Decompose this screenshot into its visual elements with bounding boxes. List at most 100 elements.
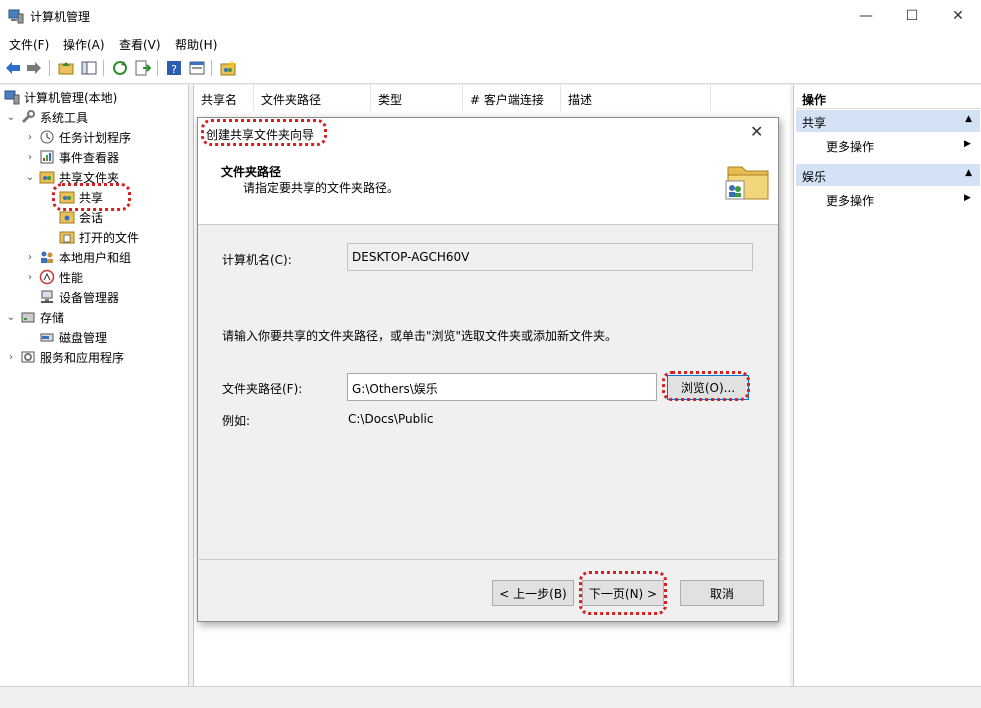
actions-pane: 操作 共享 ▲ 更多操作 ▶ 娱乐 ▲ 更多操作 ▶ bbox=[793, 85, 981, 686]
menu-file[interactable]: 文件(F) bbox=[9, 36, 49, 53]
toolbar-separator bbox=[49, 60, 50, 76]
tree-label: 性能 bbox=[59, 270, 84, 285]
collapse-triangle-icon[interactable]: ▲ bbox=[965, 114, 972, 124]
users-icon bbox=[41, 251, 53, 263]
tree-label: 任务计划程序 bbox=[59, 130, 132, 145]
show-hide-tree-icon[interactable] bbox=[80, 59, 98, 77]
back-arrow-icon[interactable] bbox=[4, 59, 22, 77]
column-header-description[interactable]: 描述 bbox=[561, 85, 711, 111]
export-list-icon[interactable] bbox=[134, 59, 152, 77]
minimize-button[interactable]: — bbox=[843, 0, 889, 32]
close-button[interactable]: ✕ bbox=[935, 0, 981, 32]
window-titlebar: 计算机管理 — ☐ ✕ bbox=[0, 0, 981, 32]
actions-section-shares[interactable]: 共享 ▲ bbox=[796, 110, 980, 132]
step-heading: 文件夹路径 bbox=[221, 165, 282, 179]
more-actions-item[interactable]: 更多操作 ▶ bbox=[826, 192, 971, 209]
tree-node-shares[interactable]: 共享 bbox=[59, 188, 103, 206]
tree-node-sessions[interactable]: 会话 bbox=[59, 208, 103, 226]
services-icon bbox=[21, 351, 35, 363]
status-bar bbox=[0, 686, 981, 708]
collapse-triangle-icon[interactable]: ▲ bbox=[965, 168, 972, 178]
dialog-title: 创建共享文件夹向导 bbox=[206, 128, 315, 142]
next-button[interactable]: 下一页(N) > bbox=[582, 580, 664, 606]
collapse-chevron-icon[interactable]: ⌄ bbox=[5, 112, 17, 123]
collapse-chevron-icon[interactable]: ⌄ bbox=[5, 312, 17, 323]
section-title: 娱乐 bbox=[802, 170, 827, 184]
tree-node-local-users-groups[interactable]: › 本地用户和组 bbox=[24, 248, 131, 266]
menu-action[interactable]: 操作(A) bbox=[63, 36, 105, 53]
tree-label: 设备管理器 bbox=[59, 290, 120, 305]
tree-node-performance[interactable]: › 性能 bbox=[24, 268, 83, 286]
tree-node-disk-management[interactable]: 磁盘管理 bbox=[39, 328, 107, 346]
column-header-folder-path[interactable]: 文件夹路径 bbox=[254, 85, 371, 111]
expand-chevron-icon[interactable]: › bbox=[5, 352, 17, 363]
dialog-separator bbox=[199, 559, 777, 560]
actions-section-entertainment[interactable]: 娱乐 ▲ bbox=[796, 164, 980, 186]
new-share-icon[interactable] bbox=[219, 59, 237, 77]
tree-node-root[interactable]: 计算机管理(本地) bbox=[4, 88, 117, 106]
example-label: 例如: bbox=[222, 414, 251, 428]
tree-label: 事件查看器 bbox=[59, 150, 120, 165]
back-button[interactable]: < 上一步(B) bbox=[492, 580, 574, 606]
storage-icon bbox=[21, 312, 35, 323]
event-viewer-icon bbox=[40, 150, 54, 164]
tree-label: 系统工具 bbox=[40, 110, 89, 125]
maximize-button[interactable]: ☐ bbox=[889, 0, 935, 32]
tree-label: 本地用户和组 bbox=[59, 250, 132, 265]
shared-folder-icon bbox=[59, 191, 75, 204]
tree-node-services-apps[interactable]: › 服务和应用程序 bbox=[5, 348, 124, 366]
collapse-chevron-icon[interactable]: ⌄ bbox=[24, 172, 36, 183]
menu-bar: 文件(F) 操作(A) 查看(V) 帮助(H) bbox=[0, 32, 981, 54]
cancel-button[interactable]: 取消 bbox=[680, 580, 764, 606]
tools-icon bbox=[21, 110, 35, 124]
browse-button[interactable]: 浏览(O)... bbox=[667, 375, 749, 400]
tree-label: 存储 bbox=[40, 310, 65, 325]
dialog-header: 文件夹路径 请指定要共享的文件夹路径。 bbox=[198, 149, 778, 225]
dialog-titlebar: 创建共享文件夹向导 ✕ bbox=[198, 118, 778, 149]
submenu-arrow-icon: ▶ bbox=[964, 139, 971, 149]
tree-node-shared-folders[interactable]: ⌄ 共享文件夹 bbox=[24, 168, 119, 186]
expand-chevron-icon[interactable]: › bbox=[24, 272, 36, 283]
step-subheading: 请指定要共享的文件夹路径。 bbox=[243, 181, 400, 195]
more-actions-item[interactable]: 更多操作 ▶ bbox=[826, 138, 971, 155]
navigation-tree: 计算机管理(本地) ⌄ 系统工具 › 任务计划程序 › 事件查看器 ⌄ 共享文件… bbox=[0, 85, 189, 686]
expand-chevron-icon[interactable]: › bbox=[24, 152, 36, 163]
shared-folder-large-icon bbox=[725, 166, 769, 200]
tree-node-device-manager[interactable]: 设备管理器 bbox=[39, 288, 119, 306]
dialog-close-button[interactable]: ✕ bbox=[750, 122, 763, 141]
tree-label: 共享文件夹 bbox=[59, 170, 120, 185]
computer-management-icon bbox=[4, 90, 20, 105]
folder-path-label: 文件夹路径(F): bbox=[222, 382, 303, 396]
up-folder-icon[interactable] bbox=[57, 59, 75, 77]
expand-chevron-icon[interactable]: › bbox=[24, 252, 36, 263]
column-header-share-name[interactable]: 共享名 bbox=[194, 85, 254, 111]
tree-label: 会话 bbox=[79, 210, 104, 225]
tree-label: 磁盘管理 bbox=[59, 330, 108, 345]
submenu-arrow-icon: ▶ bbox=[964, 193, 971, 203]
menu-help[interactable]: 帮助(H) bbox=[175, 36, 217, 53]
tree-node-task-scheduler[interactable]: › 任务计划程序 bbox=[24, 128, 131, 146]
tree-node-storage[interactable]: ⌄ 存储 bbox=[5, 308, 64, 326]
tree-label: 服务和应用程序 bbox=[40, 350, 125, 365]
computer-management-icon bbox=[8, 9, 24, 24]
actions-header: 操作 bbox=[796, 87, 980, 109]
properties-icon[interactable] bbox=[188, 59, 206, 77]
example-value: C:\Docs\Public bbox=[348, 412, 434, 426]
clock-icon bbox=[40, 130, 54, 144]
column-header-type[interactable]: 类型 bbox=[371, 85, 463, 111]
forward-arrow-icon[interactable] bbox=[25, 59, 43, 77]
expand-chevron-icon[interactable]: › bbox=[24, 132, 36, 143]
toolbar-separator bbox=[157, 60, 158, 76]
tree-node-system-tools[interactable]: ⌄ 系统工具 bbox=[5, 108, 88, 126]
help-icon[interactable]: ? bbox=[165, 59, 183, 77]
toolbar: ? bbox=[0, 54, 981, 84]
sessions-icon bbox=[59, 211, 75, 224]
computer-name-label: 计算机名(C): bbox=[222, 253, 292, 267]
refresh-icon[interactable] bbox=[111, 59, 129, 77]
menu-view[interactable]: 查看(V) bbox=[119, 36, 161, 53]
tree-node-event-viewer[interactable]: › 事件查看器 bbox=[24, 148, 119, 166]
tree-node-open-files[interactable]: 打开的文件 bbox=[59, 228, 139, 246]
folder-path-input[interactable]: G:\Others\娱乐 bbox=[347, 373, 657, 401]
column-header-client-connections[interactable]: # 客户端连接 bbox=[463, 85, 561, 111]
performance-icon bbox=[39, 269, 55, 285]
